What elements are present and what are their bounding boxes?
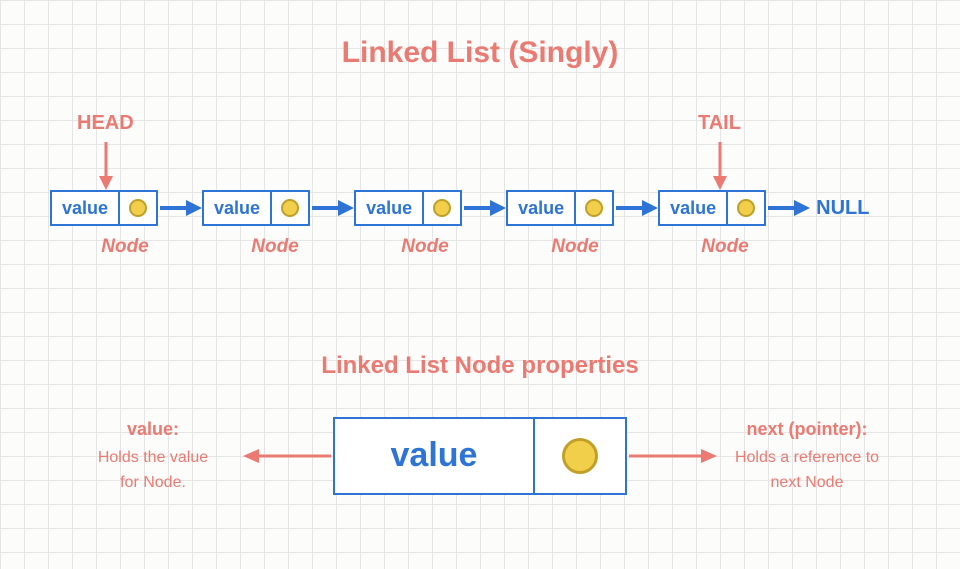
pointer-dot-icon (585, 199, 603, 217)
tail-label: TAIL (698, 112, 741, 135)
node-pointer-cell (576, 192, 612, 224)
next-arrow-icon (766, 190, 810, 226)
value-desc-line1: Holds the value (98, 449, 208, 466)
node-pointer-cell (424, 192, 460, 224)
next-desc-line1: Holds a reference to (735, 449, 879, 466)
node-properties-title: Linked List Node properties (0, 352, 960, 380)
null-terminator: NULL (810, 197, 869, 220)
node-caption: Node (650, 236, 800, 258)
value-desc-header: value: (63, 416, 243, 444)
list-node: value (506, 190, 614, 226)
next-description: next (pointer): Holds a reference to nex… (717, 416, 897, 495)
value-desc-line2: for Node. (120, 474, 186, 491)
next-arrow-icon (310, 190, 354, 226)
node-caption: Node (200, 236, 350, 258)
head-arrow-down-icon (96, 140, 116, 190)
pointer-dot-icon (281, 199, 299, 217)
list-node: value (658, 190, 766, 226)
node-value-cell: value (660, 192, 728, 224)
linked-list-row: value value value value value NULL (50, 190, 920, 226)
big-node-pointer-cell (535, 419, 625, 493)
node-properties-row: value: Holds the value for Node. value n… (0, 416, 960, 495)
tail-arrow-down-icon (710, 140, 730, 190)
node-pointer-cell (120, 192, 156, 224)
diagram-title: Linked List (Singly) (0, 36, 960, 70)
node-pointer-cell (272, 192, 308, 224)
node-caption-row: NodeNodeNodeNodeNode (50, 236, 800, 258)
node-caption: Node (500, 236, 650, 258)
next-arrow-icon (158, 190, 202, 226)
pointer-dot-icon (737, 199, 755, 217)
node-value-cell: value (508, 192, 576, 224)
node-value-cell: value (204, 192, 272, 224)
arrow-right-icon (627, 441, 717, 471)
next-arrow-icon (614, 190, 658, 226)
next-desc-header: next (pointer): (717, 416, 897, 444)
list-node: value (354, 190, 462, 226)
node-pointer-cell (728, 192, 764, 224)
node-value-cell: value (356, 192, 424, 224)
node-value-cell: value (52, 192, 120, 224)
list-node: value (50, 190, 158, 226)
big-node-value-cell: value (335, 419, 535, 493)
pointer-dot-icon (562, 438, 598, 474)
arrow-left-icon (243, 441, 333, 471)
pointer-dot-icon (129, 199, 147, 217)
node-caption: Node (350, 236, 500, 258)
head-label: HEAD (77, 112, 134, 135)
next-arrow-icon (462, 190, 506, 226)
pointer-dot-icon (433, 199, 451, 217)
next-desc-line2: next Node (771, 474, 844, 491)
node-caption: Node (50, 236, 200, 258)
big-node: value (333, 417, 627, 495)
list-node: value (202, 190, 310, 226)
value-description: value: Holds the value for Node. (63, 416, 243, 495)
